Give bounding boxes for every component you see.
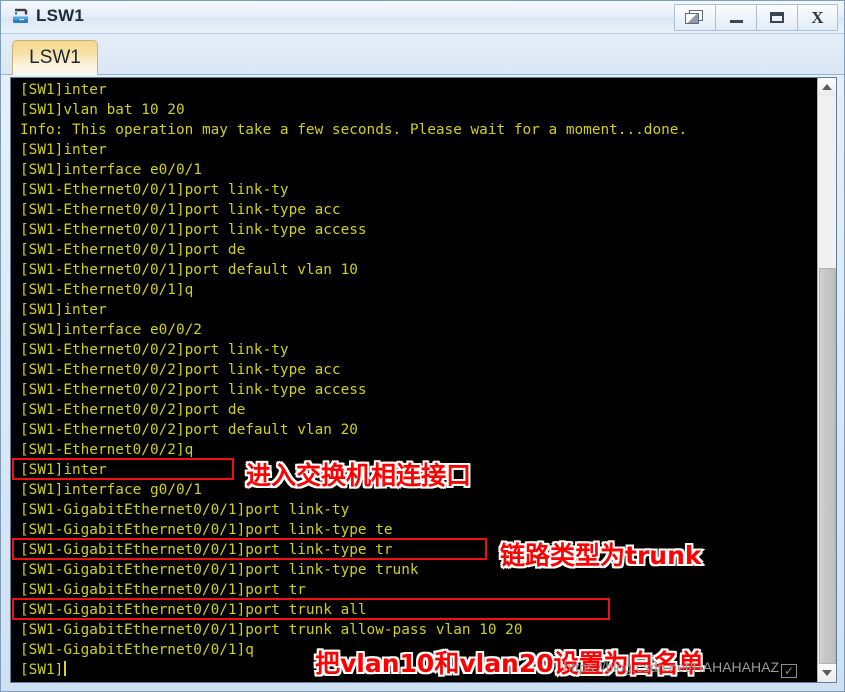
scroll-down-button[interactable] (818, 664, 836, 682)
annotation-link-type-trunk: 链路类型为trunk (499, 540, 704, 572)
scrollbar-thumb[interactable] (819, 268, 836, 664)
terminal-line: [SW1]inter (20, 142, 107, 158)
terminal-line: [SW1]interface e0/0/1 (20, 162, 202, 178)
tab-strip: LSW1 (1, 34, 844, 75)
title-bar: LSW1 X (1, 1, 844, 34)
terminal-window: LSW1 X LSW1 [SW1]inter [SW1]vlan bat 10 2… (0, 0, 845, 692)
terminal-line: [SW1-Ethernet0/0/2]port de (20, 402, 246, 418)
maximize-icon (770, 12, 784, 23)
terminal-line: [SW1-Ethernet0/0/1]port link-type acc (20, 202, 341, 218)
text-cursor (64, 661, 67, 676)
terminal-line: [SW1-Ethernet0/0/1]port link-type access (20, 222, 367, 238)
chevron-up-icon (822, 84, 832, 90)
terminal-line: [SW1-GigabitEthernet0/0/1]port link-ty (20, 502, 350, 518)
chevron-down-icon (822, 670, 832, 676)
restore-button[interactable] (674, 4, 715, 31)
maximize-button[interactable] (756, 4, 797, 31)
terminal-line: [SW1-Ethernet0/0/2]port link-type access (20, 382, 367, 398)
window-controls: X (674, 4, 838, 31)
annotation-enter-interface: 进入交换机相连接口 (244, 460, 472, 492)
terminal-line: [SW1-GigabitEthernet0/0/1]port tr (20, 582, 306, 598)
terminal-line: [SW1]inter (20, 302, 107, 318)
terminal-line: Info: This operation may take a few seco… (20, 122, 688, 138)
terminal-line: [SW1-Ethernet0/0/1]port link-ty (20, 182, 289, 198)
terminal-line: [SW1-Ethernet0/0/1]q (20, 282, 194, 298)
terminal-output[interactable]: [SW1]inter [SW1]vlan bat 10 20 Info: This … (11, 78, 819, 682)
minimize-icon (729, 19, 743, 23)
terminal-line: [SW1-Ethernet0/0/2]port link-type acc (20, 362, 341, 378)
watermark-check-icon: ✓ (781, 664, 797, 678)
watermark-text: https://blog.csdn.net/HAHAHAHAZ (563, 659, 779, 675)
terminal-line: [SW1-Ethernet0/0/2]port link-ty (20, 342, 289, 358)
terminal-panel: [SW1]inter [SW1]vlan bat 10 20 Info: This … (10, 77, 837, 683)
terminal-line: [SW1]inter (20, 82, 107, 98)
terminal-line: [SW1-GigabitEthernet0/0/1]port trunk all… (20, 622, 523, 638)
switch-icon (10, 6, 32, 28)
tab-lsw1[interactable]: LSW1 (12, 40, 98, 75)
terminal-line: [SW1]interface e0/0/2 (20, 322, 202, 338)
terminal-line: [SW1-GigabitEthernet0/0/1]port trunk all (20, 602, 367, 618)
terminal-line: [SW1-Ethernet0/0/2]port default vlan 20 (20, 422, 358, 438)
terminal-line: [SW1-Ethernet0/0/1]port de (20, 242, 246, 258)
window-title: LSW1 (36, 6, 85, 25)
terminal-line: [SW1]vlan bat 10 20 (20, 102, 185, 118)
restore-cascade-icon (685, 9, 705, 26)
tab-label: LSW1 (29, 47, 81, 68)
scroll-up-button[interactable] (818, 78, 836, 96)
watermark: https://blog.csdn.net/HAHAHAHAZ ✓ (563, 659, 797, 678)
close-button[interactable]: X (797, 4, 838, 31)
minimize-button[interactable] (715, 4, 756, 31)
vertical-scrollbar[interactable] (817, 78, 836, 682)
terminal-lines: [SW1]inter [SW1]vlan bat 10 20 Info: This … (20, 80, 819, 680)
terminal-line: [SW1-Ethernet0/0/1]port default vlan 10 (20, 262, 358, 278)
